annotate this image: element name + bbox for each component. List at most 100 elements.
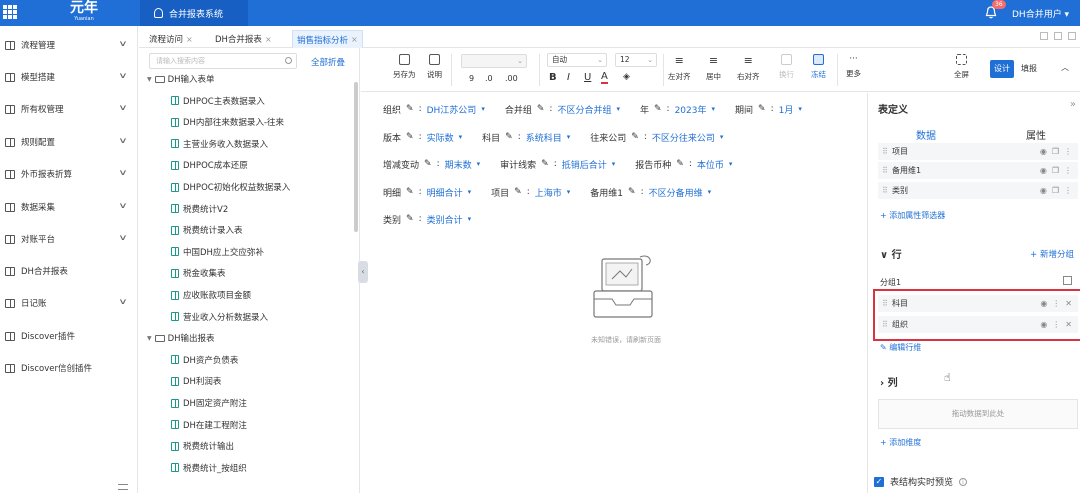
sidebar-item[interactable]: 日记账 ∨ (0, 292, 138, 314)
filter-value[interactable]: 1月 (779, 103, 794, 116)
eye-icon[interactable]: ◉ (1040, 147, 1047, 156)
caret-down-icon[interactable]: ▼ (147, 335, 152, 342)
pencil-icon[interactable]: ✎ (406, 132, 414, 142)
tree-item[interactable]: 税金收集表 (171, 264, 226, 282)
copy-icon[interactable]: ❐ (1052, 166, 1059, 175)
tree-item[interactable]: 营业收入分析数据录入 (171, 308, 268, 326)
decimal-up-button[interactable]: .0 (485, 74, 493, 83)
chevron-down-icon[interactable]: ∨ (118, 201, 127, 210)
tree-item[interactable]: 中国DH应上交应弥补 (171, 243, 264, 261)
sidebar-item[interactable]: DH合并报表 (0, 260, 138, 282)
filter-value[interactable]: 类别合计 (427, 213, 463, 226)
chevron-down-icon[interactable]: ▾ (481, 105, 485, 113)
sidebar-item[interactable]: 所有权管理 ∨ (0, 98, 138, 120)
tree-item[interactable]: DHPOC初始化权益数据录入 (171, 178, 290, 196)
tab-sales-analysis[interactable]: 销售指标分析 × (292, 30, 363, 48)
chevron-down-icon[interactable]: ∨ (118, 71, 127, 80)
tree-search-input[interactable]: 请输入搜索内容 (149, 53, 297, 69)
close-icon[interactable]: × (186, 35, 193, 44)
tree-item[interactable]: 主营业务收入数据录入 (171, 135, 268, 153)
underline-button[interactable]: U (584, 72, 591, 83)
chevron-down-icon[interactable]: ▾ (729, 160, 733, 168)
chevron-down-icon[interactable]: ∨ (118, 39, 127, 48)
realtime-preview-toggle[interactable]: ✓ 表结构实时预览 i (874, 475, 968, 488)
decimal-down-button[interactable]: .00 (505, 74, 518, 83)
app-grid-icon[interactable] (3, 5, 17, 19)
collapse-all-link[interactable]: 全部折叠 (311, 56, 345, 68)
more-button[interactable]: ··· 更多 (846, 54, 861, 79)
sidebar-item[interactable]: 对账平台 ∨ (0, 228, 138, 250)
chevron-up-icon[interactable]: ︿ (1061, 62, 1069, 73)
sidebar-item[interactable]: Discover信创插件 (0, 357, 138, 379)
eye-icon[interactable]: ◉ (1040, 186, 1047, 195)
panel-collapse-handle[interactable]: ‹ (358, 261, 368, 283)
chevron-down-icon[interactable]: ∨ (118, 136, 127, 145)
filter-value[interactable]: 本位币 (697, 158, 724, 171)
tree-folder[interactable]: ▼ DH输入表单 (147, 70, 215, 88)
column-drop-zone[interactable]: 拖动数据到此处 (878, 399, 1078, 429)
pencil-icon[interactable]: ✎ (654, 104, 662, 114)
tree-item[interactable]: DH资产负债表 (171, 351, 238, 369)
fill-color-icon[interactable]: ◈ (623, 72, 630, 82)
add-group-link[interactable]: + 新增分组 (1030, 248, 1074, 260)
filter-value[interactable]: DH江苏公司 (427, 103, 477, 116)
scrollbar[interactable] (354, 82, 358, 232)
more-icon[interactable]: ⋮ (1064, 147, 1072, 156)
filter-value[interactable]: 上海市 (535, 186, 562, 199)
chevron-down-icon[interactable]: ▾ (708, 188, 712, 196)
pencil-icon[interactable]: ✎ (631, 132, 639, 142)
chevron-down-icon[interactable]: ▾ (612, 160, 616, 168)
tree-item[interactable]: 税费统计输出 (171, 437, 234, 455)
sidebar-item[interactable]: 数据采集 ∨ (0, 196, 138, 218)
edit-icon[interactable] (1063, 276, 1072, 285)
user-menu[interactable]: DH合并用户 ▾ (1012, 7, 1069, 20)
filter-value[interactable]: 实际数 (427, 131, 454, 144)
filter-value[interactable]: 不区分往来公司 (652, 131, 715, 144)
filter-field-item[interactable]: 备用维1 ◉ ❐ ⋮ (878, 162, 1078, 179)
system-tab[interactable]: 合并报表系统 (140, 0, 248, 26)
more-icon[interactable]: ⋮ (1064, 186, 1072, 195)
filter-value[interactable]: 2023年 (675, 103, 707, 116)
filter-field-item[interactable]: 类别 ◉ ❐ ⋮ (878, 182, 1078, 199)
font-family-select[interactable]: 自动 ⌄ (547, 53, 607, 67)
chevron-down-icon[interactable]: ▾ (616, 105, 620, 113)
expand-panel-icon[interactable]: » (1070, 99, 1076, 110)
filter-value[interactable]: 期末数 (445, 158, 472, 171)
sidebar-item[interactable]: 规则配置 ∨ (0, 131, 138, 153)
pencil-icon[interactable]: ✎ (406, 214, 414, 224)
chevron-down-icon[interactable]: ▾ (468, 188, 472, 196)
chevron-down-icon[interactable]: ∨ (118, 233, 127, 242)
filter-value[interactable]: 抵销后合计 (562, 158, 607, 171)
filter-value[interactable]: 不区分合并组 (557, 103, 611, 116)
tab-attributes[interactable]: 属性 (1026, 127, 1046, 142)
chevron-down-icon[interactable]: ∨ (118, 103, 127, 112)
thousands-button[interactable]: 9 (469, 74, 474, 83)
eye-icon[interactable]: ◉ (1040, 166, 1047, 175)
sidebar-item[interactable]: 流程管理 ∨ (0, 34, 138, 56)
info-icon[interactable]: i (959, 477, 968, 486)
fill-mode-button[interactable]: 填报 (1017, 60, 1041, 78)
tree-item[interactable]: DH内部往来数据录入-往来 (171, 113, 284, 131)
add-dimension-link[interactable]: + 添加维度 (880, 437, 921, 448)
close-icon[interactable]: × (265, 35, 272, 44)
sidebar-item[interactable]: 外币报表折算 ∨ (0, 163, 138, 185)
tab-process-access[interactable]: 流程访问 × (145, 30, 197, 48)
filter-value[interactable]: 系统科目 (526, 131, 562, 144)
align-right-button[interactable]: ≡ 右对齐 (737, 54, 760, 82)
tree-item[interactable]: DH利润表 (171, 372, 221, 390)
tree-item[interactable]: DH在建工程附注 (171, 416, 247, 434)
italic-button[interactable]: I (567, 72, 570, 83)
edit-rows-link[interactable]: ✎ 编辑行维 (880, 342, 921, 353)
tree-item[interactable]: DH固定资产附注 (171, 394, 247, 412)
chevron-down-icon[interactable]: ▾ (567, 133, 571, 141)
chevron-down-icon[interactable]: ∨ (118, 297, 127, 306)
wrap-button[interactable]: 换行 (779, 54, 794, 80)
pencil-icon[interactable]: ✎ (541, 159, 549, 169)
pencil-icon[interactable]: ✎ (676, 159, 684, 169)
tab-data[interactable]: 数据 (916, 127, 936, 142)
tree-item[interactable]: 税费统计V2 (171, 200, 228, 218)
pencil-icon[interactable]: ✎ (514, 187, 522, 197)
filter-value[interactable]: 明细合计 (427, 186, 463, 199)
font-size-select[interactable]: 12 ⌄ (615, 53, 657, 67)
pencil-icon[interactable]: ✎ (424, 159, 432, 169)
